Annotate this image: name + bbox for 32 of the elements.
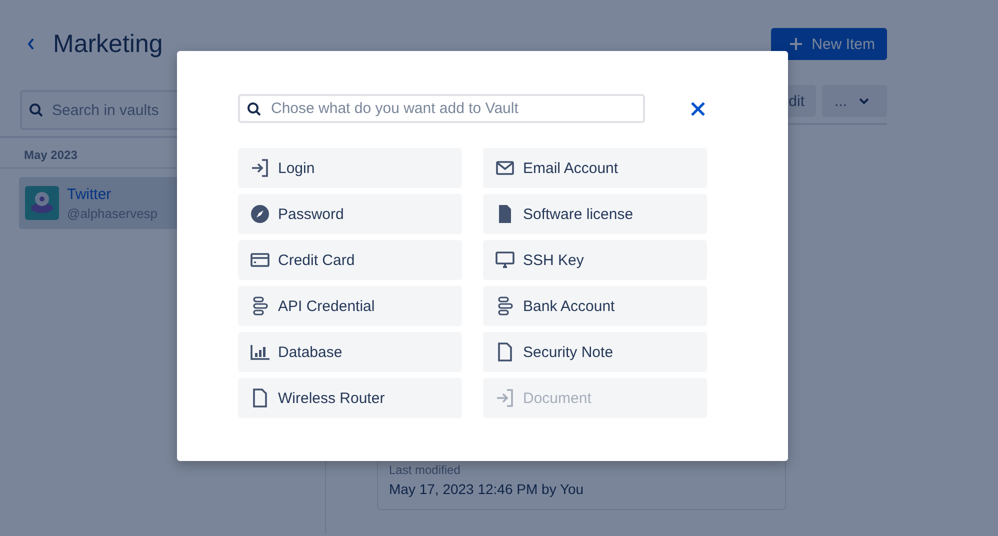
chevron-down-icon: [859, 98, 869, 104]
robot-avatar-icon: [25, 186, 59, 220]
stacked-bars-icon: [495, 296, 515, 316]
item-type-option[interactable]: Login: [238, 148, 462, 188]
item-type-option[interactable]: Security Note: [483, 332, 707, 372]
page-title: Marketing: [53, 30, 163, 58]
field-value: May 17, 2023 12:46 PM by You: [389, 481, 585, 497]
compass-icon: [250, 204, 270, 224]
monitor-icon: [495, 250, 515, 270]
item-type-option[interactable]: Bank Account: [483, 286, 707, 326]
document-icon: [250, 388, 270, 408]
stacked-bars-icon: [250, 296, 270, 316]
item-type-option[interactable]: Password: [238, 194, 462, 234]
item-type-option[interactable]: Email Account: [483, 148, 707, 188]
sign-in-icon: [495, 388, 515, 408]
item-type-option[interactable]: Wireless Router: [238, 378, 462, 418]
item-name: Twitter: [67, 186, 112, 202]
sign-in-icon: [250, 158, 270, 178]
close-icon[interactable]: [691, 102, 705, 116]
back-icon[interactable]: [26, 37, 36, 51]
envelope-icon: [495, 158, 515, 178]
item-type-option[interactable]: Software license: [483, 194, 707, 234]
document-icon: [495, 342, 515, 362]
search-field[interactable]: Chose what do you want add to Vault: [238, 94, 645, 123]
field-label: Last modified: [389, 463, 462, 477]
plus-icon: [788, 37, 803, 51]
bar-chart-icon: [250, 342, 270, 362]
item-type-option[interactable]: API Credential: [238, 286, 462, 326]
item-type-option[interactable]: Database: [238, 332, 462, 372]
item-type-option[interactable]: Credit Card: [238, 240, 462, 280]
item-type-option[interactable]: SSH Key: [483, 240, 707, 280]
credit-card-icon: [250, 250, 270, 270]
